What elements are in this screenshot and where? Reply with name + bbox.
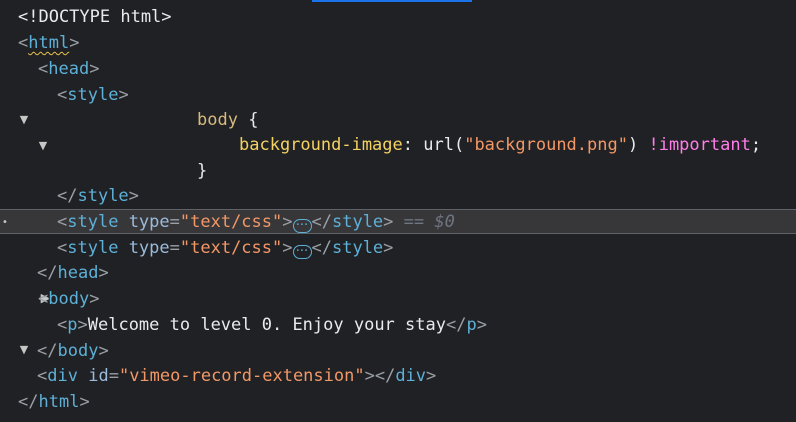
div-element: <div id="vimeo-record-extension"></div> [37,366,437,386]
tree-line-css-close[interactable]: } [0,159,796,184]
tree-line-css-selector[interactable]: body { [0,108,796,133]
tree-line-style-css[interactable]: ▶ <style type="text/css"> ··· </style> [0,236,796,305]
html-open-tag: <html> [18,33,80,53]
paragraph-element: <p>Welcome to level 0. Enjoy your stay</… [57,315,487,335]
style-open-tag: <style> [57,85,129,105]
tree-line-head-close[interactable]: </head> [0,261,796,286]
tree-line-body-close[interactable]: </body> [0,339,796,364]
tree-line-html-open[interactable]: <html> [0,31,796,56]
body-open-tag: <body> [38,289,100,309]
css-declaration: background-image: url("background.png") … [239,135,762,155]
tree-line-style-close[interactable]: </style> [0,184,796,209]
tree-line-body-open[interactable]: ▼ <body> [0,287,796,356]
head-close-tag: </head> [37,263,109,283]
css-rule-close: } [197,161,208,181]
tree-line-style-css-selected[interactable]: • ▶ <style type="text/css"> ··· </style> =… [0,209,796,304]
selected-marker: == $0 [403,212,455,232]
html-close-tag: </html> [18,392,90,412]
bullet-icon: • [2,217,8,228]
tree-line-css-declaration[interactable]: background-image: url("background.png") … [0,133,796,158]
style-css-tag: <style type="text/css"> ··· </style> == $0 [57,212,455,233]
css-rule-open: body { [197,110,259,130]
ellipsis-icon[interactable]: ··· [292,219,312,233]
head-open-tag: <head> [38,59,100,79]
tree-line-paragraph[interactable]: <p>Welcome to level 0. Enjoy your stay</… [0,313,796,338]
doctype-text: <!DOCTYPE html> [18,7,172,27]
style-close-tag: </style> [57,186,139,206]
body-close-tag: </body> [37,341,109,361]
tree-line-doctype[interactable]: <!DOCTYPE html> [0,5,796,30]
tree-line-div[interactable]: <div id="vimeo-record-extension"></div> [0,364,796,389]
devtools-elements-panel: <!DOCTYPE html> <html> ▼ <head> ▼ <style… [0,0,796,422]
tree-line-html-close[interactable]: </html> [0,390,796,415]
active-tab-indicator [312,0,472,2]
ellipsis-icon[interactable]: ··· [292,245,312,259]
style-css-tag: <style type="text/css"> ··· </style> [57,238,394,259]
tree-line-style-open[interactable]: ▼ <style> [0,83,796,152]
tree-line-head-open[interactable]: ▼ <head> [0,57,796,126]
paragraph-text: Welcome to level 0. Enjoy your stay [87,315,446,335]
